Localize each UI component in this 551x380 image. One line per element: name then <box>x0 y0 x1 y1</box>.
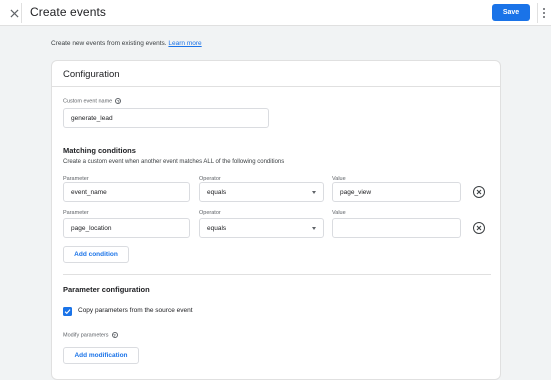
custom-event-name-label: Custom event name? <box>63 98 122 105</box>
save-button[interactable]: Save <box>492 4 530 21</box>
remove-circle-icon <box>476 189 482 195</box>
condition-value-input[interactable]: page_view <box>332 182 461 202</box>
learn-more-link[interactable]: Learn more <box>168 40 201 47</box>
header-divider <box>21 3 22 23</box>
card-title-divider <box>52 86 500 87</box>
intro-text: Create new events from existing events. … <box>51 40 202 47</box>
copy-parameters-label: Copy parameters from the source event <box>78 307 193 314</box>
remove-circle-icon <box>476 225 482 231</box>
page-title: Create events <box>30 5 107 19</box>
top-app-bar: Create events Save <box>0 0 551 26</box>
parameter-configuration-heading: Parameter configuration <box>63 285 150 294</box>
chevron-down-icon <box>312 190 316 194</box>
remove-condition-button[interactable] <box>473 186 485 198</box>
value-label: Value <box>332 210 346 216</box>
operator-label: Operator <box>199 210 221 216</box>
more-vert-icon <box>543 8 545 10</box>
matching-conditions-heading: Matching conditions <box>63 146 136 155</box>
chevron-down-icon <box>312 226 316 230</box>
matching-conditions-subtitle: Create a custom event when another event… <box>63 159 285 165</box>
copy-parameters-checkbox[interactable] <box>63 307 72 316</box>
custom-event-name-input[interactable]: generate_lead <box>63 108 269 128</box>
condition-operator-select[interactable]: equals <box>199 182 324 202</box>
more-options-button[interactable] <box>540 5 548 21</box>
help-icon[interactable]: ? <box>115 98 122 104</box>
configuration-card: Configuration Custom event name? generat… <box>51 60 501 380</box>
add-modification-button[interactable]: Add modification <box>63 347 139 364</box>
help-icon[interactable]: ? <box>111 332 118 338</box>
condition-value-input[interactable] <box>332 218 461 238</box>
condition-parameter-input[interactable]: page_location <box>63 218 190 238</box>
check-icon <box>64 309 71 315</box>
close-icon <box>9 8 19 18</box>
remove-condition-button[interactable] <box>473 222 485 234</box>
card-title: Configuration <box>63 69 120 80</box>
add-condition-button[interactable]: Add condition <box>63 246 129 263</box>
parameter-label: Parameter <box>63 210 89 216</box>
header-divider-right <box>537 3 538 23</box>
condition-parameter-input[interactable]: event_name <box>63 182 190 202</box>
condition-operator-select[interactable]: equals <box>199 218 324 238</box>
modify-parameters-label: Modify parameters? <box>63 332 118 339</box>
section-divider <box>63 274 491 275</box>
